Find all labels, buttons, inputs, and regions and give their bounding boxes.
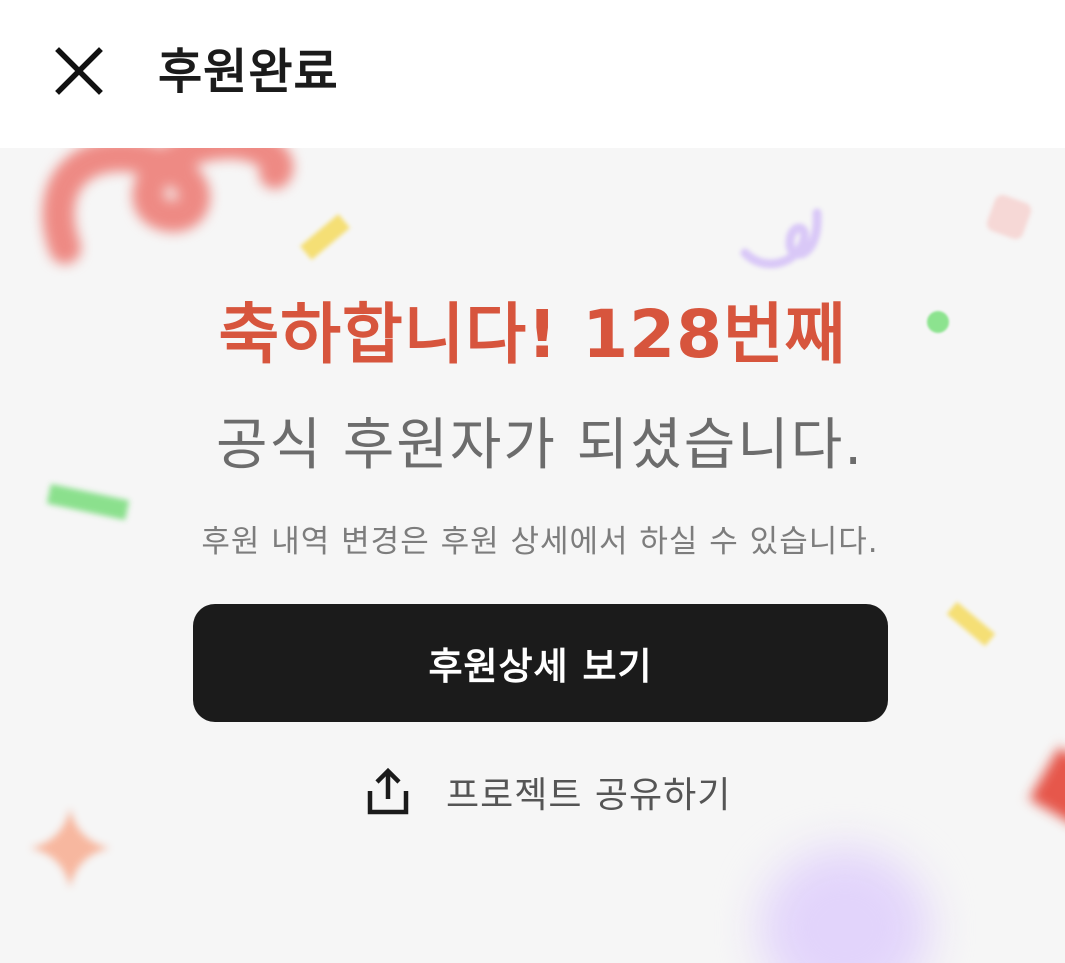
view-pledge-details-label: 후원상세 보기 <box>428 645 653 688</box>
yellow-strip-confetti <box>946 601 996 647</box>
congratulations-heading: 축하합니다! 128번째 <box>218 296 847 373</box>
page-title: 후원완료 <box>158 44 339 100</box>
close-button[interactable] <box>48 40 110 102</box>
green-strip-confetti <box>46 483 130 521</box>
purple-glow-decoration <box>760 848 930 963</box>
pink-square-confetti <box>984 192 1034 242</box>
share-project-button[interactable]: 프로젝트 공유하기 <box>360 758 731 826</box>
supporter-message: 공식 후원자가 되셨습니다. <box>215 413 865 478</box>
view-pledge-details-button[interactable]: 후원상세 보기 <box>193 604 888 722</box>
change-info-note: 후원 내역 변경은 후원 상세에서 하실 수 있습니다. <box>201 524 879 560</box>
completion-panel: 축하합니다! 128번째 공식 후원자가 되셨습니다. 후원 내역 변경은 후원… <box>0 148 1065 963</box>
peach-star-decoration <box>30 808 110 888</box>
top-bar: 후원완료 <box>0 0 1065 148</box>
share-icon <box>360 764 416 820</box>
red-edge-confetti <box>1029 747 1065 829</box>
red-swirl-decoration <box>42 148 294 264</box>
share-project-label: 프로젝트 공유하기 <box>446 775 732 816</box>
purple-squiggle-decoration <box>740 208 822 269</box>
close-icon <box>55 47 103 95</box>
